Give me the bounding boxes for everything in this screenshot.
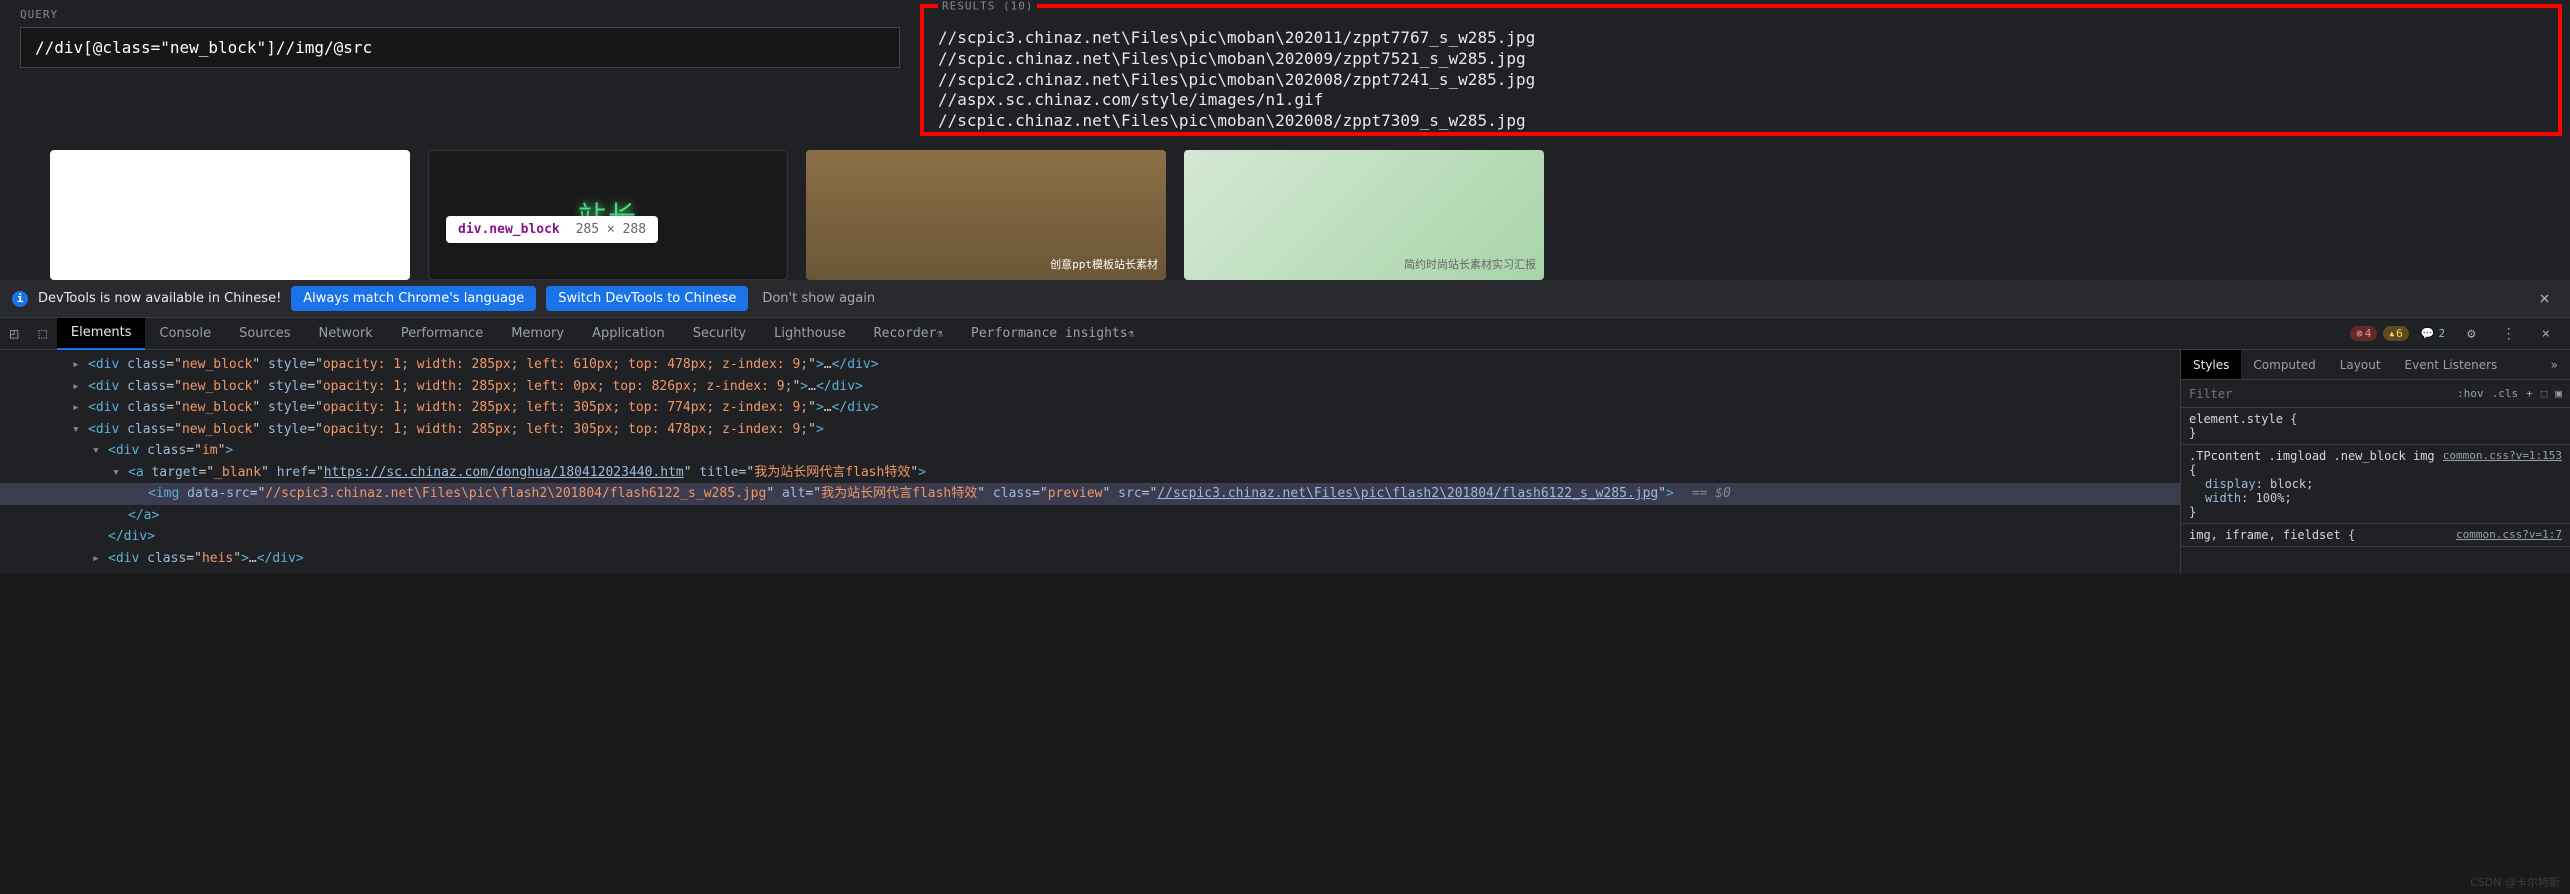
- collapse-arrow-icon[interactable]: ▾: [112, 463, 120, 483]
- xpath-helper-panel: QUERY RESULTS (10) //scpic3.chinaz.net\F…: [0, 0, 2570, 140]
- tab-elements[interactable]: Elements: [57, 318, 146, 350]
- tab-performance-insights[interactable]: Performance insights: [957, 318, 1148, 350]
- xpath-query-input[interactable]: [20, 27, 900, 68]
- result-item[interactable]: //scpic3.chinaz.net\Files\pic\moban\2020…: [938, 28, 2544, 49]
- flask-icon: [1128, 326, 1135, 341]
- close-devtools-icon[interactable]: ×: [2532, 326, 2560, 342]
- styles-tab-layout[interactable]: Layout: [2328, 350, 2393, 379]
- computed-toggle-icon[interactable]: ⬚: [2541, 387, 2548, 400]
- new-rule-icon[interactable]: +: [2526, 387, 2533, 400]
- close-icon[interactable]: ×: [2531, 288, 2558, 309]
- info-icon: i: [12, 291, 28, 307]
- styles-tab-event-listeners[interactable]: Event Listeners: [2393, 350, 2510, 379]
- issues-badge[interactable]: 2: [2415, 326, 2451, 341]
- tab-performance[interactable]: Performance: [387, 318, 497, 350]
- tab-application[interactable]: Application: [578, 318, 679, 350]
- results-section: RESULTS (10) //scpic3.chinaz.net\Files\p…: [920, 4, 2562, 136]
- thumbnail-card[interactable]: 简约时尚站长素材实习汇报: [1184, 150, 1544, 280]
- tab-security[interactable]: Security: [679, 318, 760, 350]
- query-label: QUERY: [20, 8, 900, 21]
- notice-text: DevTools is now available in Chinese!: [38, 291, 281, 306]
- settings-icon[interactable]: ⚙: [2457, 326, 2485, 342]
- result-item[interactable]: //scpic.chinaz.net\Files\pic\moban\20200…: [938, 49, 2544, 70]
- thumbnail-row: 站长 创意ppt模板站长素材 简约时尚站长素材实习汇报: [50, 150, 2520, 280]
- page-preview-section: 素材全站 JPG HTML PPT PNG HTM 音效素材网 html网页模板…: [0, 0, 2570, 280]
- selected-dom-node[interactable]: <img data-src="//scpic3.chinaz.net\Files…: [0, 483, 2180, 505]
- css-rule[interactable]: element.style {}: [2181, 408, 2570, 445]
- results-list: //scpic3.chinaz.net\Files\pic\moban\2020…: [938, 28, 2544, 132]
- result-item[interactable]: //scpic.chinaz.net\Files\pic\moban\20200…: [938, 111, 2544, 132]
- thumbnail-caption: 创意ppt模板站长素材: [1050, 256, 1158, 272]
- flask-icon: [936, 326, 943, 341]
- inspect-element-icon[interactable]: ◰: [0, 326, 28, 342]
- more-tabs-icon[interactable]: »: [2539, 350, 2570, 379]
- collapse-arrow-icon[interactable]: ▾: [72, 420, 80, 440]
- tab-sources[interactable]: Sources: [225, 318, 304, 350]
- source-link[interactable]: common.css?v=1:153: [2443, 449, 2562, 462]
- thumbnail-caption: 简约时尚站长素材实习汇报: [1404, 256, 1536, 272]
- result-item[interactable]: //scpic2.chinaz.net\Files\pic\moban\2020…: [938, 70, 2544, 91]
- styles-filter-input[interactable]: [2189, 387, 2449, 401]
- styles-tab-styles[interactable]: Styles: [2181, 350, 2241, 379]
- hov-toggle[interactable]: :hov: [2457, 387, 2484, 400]
- tooltip-dimensions: 285 × 288: [576, 222, 646, 237]
- dont-show-again-link[interactable]: Don't show again: [762, 291, 875, 306]
- styles-tab-computed[interactable]: Computed: [2241, 350, 2327, 379]
- tab-memory[interactable]: Memory: [497, 318, 578, 350]
- tab-console[interactable]: Console: [145, 318, 225, 350]
- dom-tree[interactable]: ▸<div class="new_block" style="opacity: …: [0, 350, 2180, 573]
- language-notice-bar: i DevTools is now available in Chinese! …: [0, 280, 2570, 318]
- result-item[interactable]: //aspx.sc.chinaz.com/style/images/n1.gif: [938, 90, 2544, 111]
- expand-arrow-icon[interactable]: ▸: [72, 377, 80, 397]
- thumbnail-card[interactable]: [50, 150, 410, 280]
- main-panels: ▸<div class="new_block" style="opacity: …: [0, 350, 2570, 573]
- expand-arrow-icon[interactable]: ▸: [72, 355, 80, 375]
- query-section: QUERY: [0, 0, 920, 140]
- thumbnail-card[interactable]: 站长: [428, 150, 788, 280]
- styles-sidebar: Styles Computed Layout Event Listeners »…: [2180, 350, 2570, 573]
- css-rule[interactable]: common.css?v=1:153 .TPcontent .imgload .…: [2181, 445, 2570, 524]
- element-inspect-tooltip: div.new_block 285 × 288: [446, 216, 658, 243]
- warnings-badge[interactable]: 6: [2383, 326, 2408, 341]
- rendering-icon[interactable]: ▣: [2555, 387, 2562, 400]
- watermark: CSDN @卡尔特斯: [2470, 874, 2560, 890]
- tab-network[interactable]: Network: [305, 318, 387, 350]
- collapse-arrow-icon[interactable]: ▾: [92, 441, 100, 461]
- expand-arrow-icon[interactable]: ▸: [92, 549, 100, 569]
- source-link[interactable]: common.css?v=1:7: [2456, 528, 2562, 541]
- styles-filter-bar: :hov .cls + ⬚ ▣: [2181, 380, 2570, 408]
- tab-lighthouse[interactable]: Lighthouse: [760, 318, 860, 350]
- device-toolbar-icon[interactable]: ⬚: [28, 326, 56, 342]
- expand-arrow-icon[interactable]: ▸: [72, 398, 80, 418]
- devtools-tabs: ◰ ⬚ Elements Console Sources Network Per…: [0, 318, 2570, 350]
- css-rule[interactable]: common.css?v=1:7 img, iframe, fieldset {: [2181, 524, 2570, 547]
- devtools-panel: i DevTools is now available in Chinese! …: [0, 280, 2570, 573]
- switch-language-button[interactable]: Switch DevTools to Chinese: [546, 286, 748, 311]
- tab-recorder[interactable]: Recorder: [860, 318, 957, 350]
- tooltip-selector: div.new_block: [458, 222, 560, 237]
- results-label: RESULTS (10): [938, 0, 1037, 13]
- more-icon[interactable]: ⋮: [2492, 326, 2526, 342]
- thumbnail-card[interactable]: 创意ppt模板站长素材: [806, 150, 1166, 280]
- styles-tabs: Styles Computed Layout Event Listeners »: [2181, 350, 2570, 380]
- always-match-button[interactable]: Always match Chrome's language: [291, 286, 536, 311]
- errors-badge[interactable]: 4: [2350, 326, 2377, 341]
- cls-toggle[interactable]: .cls: [2492, 387, 2519, 400]
